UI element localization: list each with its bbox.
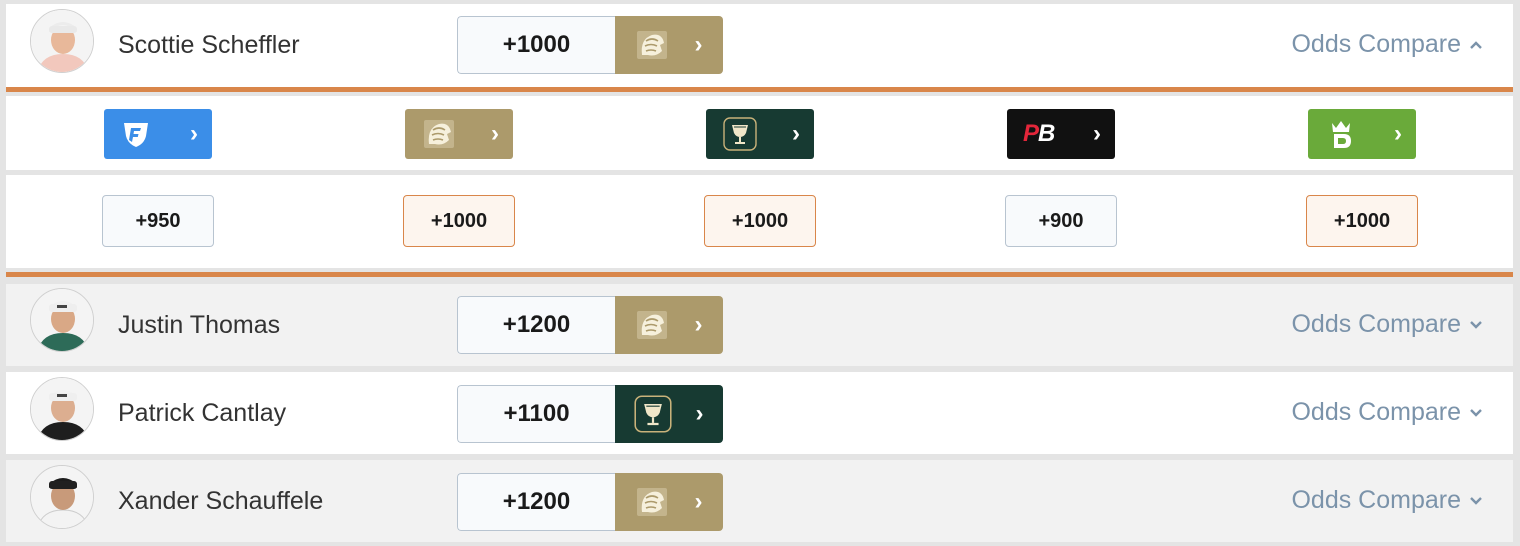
odds-compare-label: Odds Compare — [1291, 398, 1461, 426]
best-odds-value: +1100 — [457, 385, 615, 443]
pointsbet-logo-icon: PB — [1023, 120, 1055, 148]
pointsbet-logo-letter-b: B — [1038, 120, 1055, 147]
betmgm-lion-icon — [636, 31, 667, 59]
chevron-down-icon — [1470, 496, 1482, 505]
player-avatar — [30, 465, 94, 529]
draftkings-book-button[interactable]: › — [1308, 109, 1416, 159]
odds-compare-toggle[interactable]: Odds Compare — [1291, 30, 1483, 59]
chevron-right-icon: › — [694, 311, 703, 338]
player-name: Xander Schauffele — [118, 486, 324, 515]
odds-compare-toggle[interactable]: Odds Compare — [1291, 398, 1483, 427]
player-row: Patrick Cantlay +1100 › Odds Compare — [6, 372, 1513, 454]
draftkings-price-button[interactable]: +1000 — [1306, 195, 1418, 247]
player-row: Justin Thomas +1200 › Odds Compare — [6, 284, 1513, 366]
player-avatar — [30, 377, 94, 441]
fanduel-shield-icon — [124, 123, 148, 147]
chevron-up-icon — [1470, 40, 1482, 49]
chevron-right-icon: › — [1093, 120, 1101, 147]
chevron-right-icon: › — [1394, 120, 1402, 147]
pointsbet-price-button[interactable]: +900 — [1005, 195, 1117, 247]
sportsbook-badge: › — [615, 296, 723, 354]
best-odds-value: +1200 — [457, 296, 615, 354]
player-row: Xander Schauffele +1200 › Odds Compare — [6, 460, 1513, 542]
expanded-bottom-divider — [6, 272, 1513, 277]
fanduel-price-button[interactable]: +950 — [102, 195, 214, 247]
pointsbet-book-button[interactable]: PB › — [1007, 109, 1115, 159]
chevron-right-icon: › — [694, 488, 703, 515]
odds-compare-label: Odds Compare — [1291, 310, 1461, 338]
chevron-down-icon — [1470, 320, 1482, 329]
player-name: Scottie Scheffler — [118, 31, 300, 59]
best-odds-button[interactable]: +1000 › — [457, 16, 723, 74]
best-odds-button[interactable]: +1200 › — [457, 296, 723, 354]
betmgm-book-button[interactable]: › — [405, 109, 513, 159]
chevron-right-icon: › — [694, 31, 703, 58]
expanded-top-divider — [6, 87, 1513, 92]
best-odds-value: +1200 — [457, 473, 615, 531]
player-name: Justin Thomas — [118, 310, 281, 339]
chevron-right-icon: › — [190, 120, 198, 147]
betmgm-price-button[interactable]: +1000 — [403, 195, 515, 247]
pointsbet-logo-letter-p: P — [1023, 120, 1039, 147]
chevron-right-icon: › — [491, 120, 499, 147]
fanduel-book-button[interactable]: › — [104, 109, 212, 159]
odds-compare-toggle[interactable]: Odds Compare — [1291, 486, 1483, 515]
player-row: Scottie Scheffler +1000 › Odds Compare — [6, 4, 1513, 87]
betmgm-lion-icon — [636, 488, 667, 516]
player-avatar — [30, 288, 94, 352]
sportsbook-badge: › — [615, 16, 723, 74]
chevron-right-icon: › — [792, 120, 800, 147]
player-name: Patrick Cantlay — [118, 398, 287, 427]
best-odds-value: +1000 — [457, 16, 615, 74]
player-avatar — [30, 9, 94, 73]
odds-compare-label: Odds Compare — [1291, 30, 1461, 58]
chevron-right-icon: › — [695, 400, 704, 427]
caesars-book-button[interactable]: › — [706, 109, 814, 159]
sportsbook-badge: › — [615, 473, 723, 531]
odds-compare-toggle[interactable]: Odds Compare — [1291, 310, 1483, 339]
chevron-down-icon — [1470, 408, 1482, 417]
sportsbook-badge: › — [615, 385, 723, 443]
best-odds-button[interactable]: +1200 › — [457, 473, 723, 531]
betmgm-lion-icon — [424, 120, 454, 148]
betmgm-lion-icon — [636, 311, 667, 339]
caesars-price-button[interactable]: +1000 — [704, 195, 816, 247]
caesars-chalice-icon — [723, 117, 757, 151]
best-odds-button[interactable]: +1100 › — [457, 385, 723, 443]
odds-compare-label: Odds Compare — [1291, 486, 1461, 514]
caesars-chalice-icon — [633, 395, 672, 433]
draftkings-crown-icon — [1332, 121, 1351, 148]
